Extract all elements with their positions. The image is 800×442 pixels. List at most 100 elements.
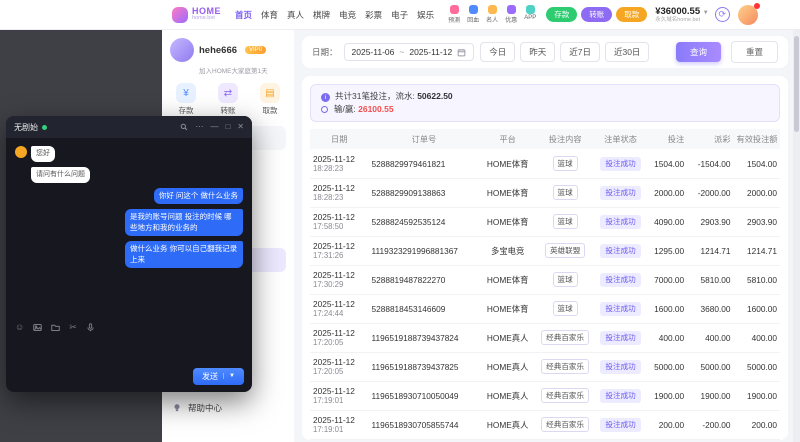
quick-date-button[interactable]: 今日: [480, 42, 515, 62]
table-row[interactable]: 2025-11-1218:28:235288829979461821HOME体育…: [310, 149, 780, 178]
quick-link[interactable]: 优惠: [505, 5, 517, 24]
sidebar-user-avatar[interactable]: [170, 38, 194, 62]
column-header: 订单号: [368, 129, 479, 149]
send-label: 发送: [202, 371, 218, 382]
nav-item[interactable]: 电竞: [339, 9, 356, 21]
status-badge: 投注成功: [600, 418, 640, 432]
quick-link[interactable]: APP: [524, 5, 536, 24]
wallet-button[interactable]: 取款: [616, 7, 647, 22]
win-loss-icon: [321, 106, 328, 113]
sidebar-action-label: 存款: [179, 105, 194, 116]
nav-item[interactable]: 体育: [261, 9, 278, 21]
mic-icon[interactable]: [86, 323, 95, 332]
site-logo[interactable]: HOME home.bet: [172, 7, 221, 23]
nav-item[interactable]: 娱乐: [417, 9, 434, 21]
cell-date: 2025-11-1218:28:23: [310, 178, 368, 207]
send-options-caret-icon[interactable]: ▼: [223, 373, 235, 379]
date-range-picker[interactable]: 2025-11-06 ~ 2025-11-12: [344, 43, 475, 61]
quick-link[interactable]: 回血: [467, 5, 479, 24]
reset-button[interactable]: 重置: [731, 41, 778, 63]
quick-link[interactable]: 名人: [486, 5, 498, 24]
folder-icon[interactable]: [51, 323, 60, 332]
chat-message-list: 您好请问有什么问题你好 问这个 做什么业务是我的账号问题 投注的时候 哪些地方和…: [6, 138, 252, 318]
image-icon[interactable]: [33, 323, 42, 332]
quick-link-label: 名人: [486, 15, 498, 24]
nav-item[interactable]: 首页: [235, 9, 252, 21]
cell-status: 投注成功: [594, 178, 646, 207]
turnover-value: 50622.50: [417, 91, 452, 101]
scrollbar-thumb[interactable]: [794, 36, 799, 132]
emoji-icon[interactable]: ☺: [15, 323, 24, 332]
table-row[interactable]: 2025-11-1217:20:051196519188739437824HOM…: [310, 323, 780, 352]
chat-input[interactable]: [6, 336, 252, 366]
maximize-icon[interactable]: □: [225, 123, 230, 131]
bet-date: 2025-11-12: [313, 328, 365, 338]
sidebar-action[interactable]: ▤取款: [260, 83, 280, 116]
cell-platform: 多宝电竞: [479, 236, 535, 265]
main-content: 日期： 2025-11-06 ~ 2025-11-12 今日昨天近7日近30日 …: [294, 30, 792, 442]
nav-item[interactable]: 电子: [391, 9, 408, 21]
chat-message: 是我的账号问题 投注的时候 哪些地方和我的业务的: [15, 209, 243, 236]
cell-date: 2025-11-1217:31:26: [310, 236, 368, 265]
user-avatar[interactable]: [738, 5, 758, 25]
status-badge: 投注成功: [600, 186, 640, 200]
nav-item[interactable]: 真人: [287, 9, 304, 21]
win-loss-value: 26100.55: [358, 104, 393, 114]
cell-payout: 5000.00: [687, 352, 733, 381]
main-nav: 首页体育真人棋牌电竞彩票电子娱乐: [235, 9, 434, 21]
cell-bet-content: 篮球: [536, 294, 594, 323]
quick-link[interactable]: 预测: [448, 5, 460, 24]
cell-valid-bet: 1214.71: [734, 236, 780, 265]
wallet-button[interactable]: 转账: [581, 7, 612, 22]
sidebar-action[interactable]: ⇄转账: [218, 83, 238, 116]
table-row[interactable]: 2025-11-1217:24:445288818453146609HOME体育…: [310, 294, 780, 323]
table-row[interactable]: 2025-11-1217:58:505288824592535124HOME体育…: [310, 207, 780, 236]
bet-date: 2025-11-12: [313, 386, 365, 396]
minimize-icon[interactable]: —: [210, 123, 218, 131]
scissors-icon[interactable]: ✂: [69, 323, 77, 332]
cell-order-number: 1196518930705855744: [368, 410, 479, 439]
sidebar-action[interactable]: ¥ 存款: [176, 83, 196, 116]
page-scrollbar: [793, 30, 800, 442]
search-button[interactable]: 查询: [676, 42, 721, 62]
cell-order-number: 5288829979461821: [368, 149, 479, 178]
cell-bet-content: 经典百家乐: [536, 410, 594, 439]
send-button[interactable]: 发送 ▼: [193, 368, 244, 385]
bet-time: 17:31:26: [313, 251, 365, 261]
records-card: i共计31笔投注，流水: 50622.50 输/赢: 26100.55 日期订单…: [302, 76, 788, 440]
table-row[interactable]: 2025-11-1217:31:261119323291996881367多宝电…: [310, 236, 780, 265]
status-badge: 投注成功: [600, 389, 640, 403]
refresh-balance-button[interactable]: ⟳: [715, 7, 730, 22]
summary-line-2: 输/赢: 26100.55: [321, 103, 769, 116]
cell-status: 投注成功: [594, 381, 646, 410]
sidebar-item-help[interactable]: 帮助中心: [172, 402, 222, 414]
cell-payout: 3680.00: [687, 294, 733, 323]
bet-content-tag: 经典百家乐: [541, 417, 589, 432]
balance-display[interactable]: ¥36000.55 ▼ 永久域名home.bet: [655, 6, 709, 24]
deposit-icon: ¥: [176, 83, 196, 103]
cell-platform: HOME体育: [479, 149, 535, 178]
betting-records-page: HOME home.bet 首页体育真人棋牌电竞彩票电子娱乐 预测回血名人优惠 A…: [0, 0, 800, 442]
cell-valid-bet: 1600.00: [734, 294, 780, 323]
search-icon[interactable]: [180, 123, 188, 131]
more-icon[interactable]: ⋯: [195, 123, 203, 131]
chat-contact-name: 无剧始: [14, 122, 38, 133]
table-row[interactable]: 2025-11-1217:30:295288819487822270HOME体育…: [310, 265, 780, 294]
rebate-icon: [469, 5, 478, 14]
quick-date-button[interactable]: 近7日: [560, 42, 600, 62]
table-row[interactable]: 2025-11-1217:20:051196519188739437825HOM…: [310, 352, 780, 381]
chat-header[interactable]: 无剧始 ⋯ — □ ✕: [6, 116, 252, 138]
avatar-spacer: [15, 167, 27, 179]
cell-order-number: 5288819487822270: [368, 265, 479, 294]
nav-item[interactable]: 棋牌: [313, 9, 330, 21]
close-icon[interactable]: ✕: [237, 123, 244, 131]
bet-content-tag: 篮球: [553, 301, 578, 316]
cell-date: 2025-11-1217:19:01: [310, 381, 368, 410]
table-row[interactable]: 2025-11-1217:19:011196518930705855744HOM…: [310, 410, 780, 439]
table-row[interactable]: 2025-11-1218:28:235288829909138863HOME体育…: [310, 178, 780, 207]
wallet-button[interactable]: 存款: [546, 7, 577, 22]
quick-date-button[interactable]: 近30日: [605, 42, 649, 62]
nav-item[interactable]: 彩票: [365, 9, 382, 21]
table-row[interactable]: 2025-11-1217:19:011196518930710050049HOM…: [310, 381, 780, 410]
quick-date-button[interactable]: 昨天: [520, 42, 555, 62]
